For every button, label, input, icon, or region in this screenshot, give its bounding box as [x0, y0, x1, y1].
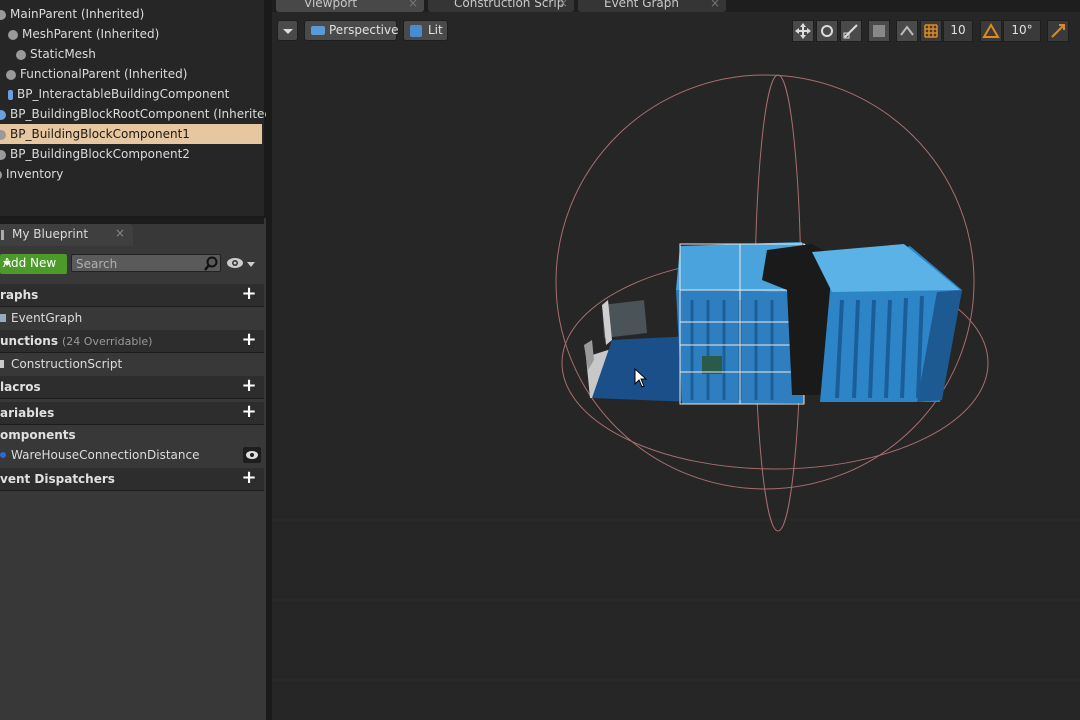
- tab-event-graph[interactable]: Event Graph ×: [578, 0, 726, 12]
- close-icon[interactable]: ×: [558, 0, 568, 10]
- function-icon: [0, 360, 4, 368]
- scale-snap-toggle[interactable]: [1047, 20, 1069, 42]
- section-graphs[interactable]: raphs +: [0, 284, 264, 307]
- components-tree: MainParent (Inherited) MeshParent (Inher…: [0, 0, 277, 218]
- lit-mode-icon: [410, 25, 422, 37]
- search-icon[interactable]: [203, 256, 219, 272]
- add-function-button[interactable]: +: [240, 331, 258, 349]
- viewport-scene[interactable]: [272, 0, 1080, 720]
- container-block-2[interactable]: [812, 244, 962, 402]
- add-new-button[interactable]: Add New: [0, 254, 67, 274]
- tab-construction-script[interactable]: Construction Scrip ×: [428, 0, 574, 12]
- world-local-icon[interactable]: [868, 20, 890, 42]
- grid-snap-value[interactable]: 10: [943, 20, 973, 42]
- section-macros[interactable]: lacros +: [0, 376, 264, 399]
- mesh-component-icon: [8, 29, 18, 40]
- tree-item-functionalparent[interactable]: FunctionalParent (Inherited): [0, 64, 187, 84]
- left-panel: MainParent (Inherited) MeshParent (Inher…: [0, 0, 277, 720]
- perspective-button[interactable]: Perspective: [304, 20, 399, 41]
- category-components[interactable]: omponents: [0, 428, 76, 442]
- snap-surface-icon: [900, 25, 914, 36]
- tree-item-component2[interactable]: BP_BuildingBlockComponent2: [0, 144, 190, 164]
- add-graph-button[interactable]: +: [240, 285, 258, 303]
- tree-item-mainparent[interactable]: MainParent (Inherited): [0, 4, 144, 24]
- scale-snap-icon: [1051, 24, 1065, 38]
- scale-tool-icon[interactable]: [840, 20, 862, 42]
- visibility-eye-icon[interactable]: [243, 447, 261, 463]
- rotation-snap-value[interactable]: 10°: [1003, 20, 1041, 42]
- ground-grid: [272, 519, 1080, 681]
- tree-item-meshparent[interactable]: MeshParent (Inherited): [0, 24, 159, 44]
- move-arrows-icon: [795, 23, 811, 39]
- list-item-eventgraph[interactable]: EventGraph: [0, 307, 264, 329]
- mouse-cursor-icon: [634, 368, 648, 388]
- angle-icon: [982, 23, 1000, 38]
- static-mesh-icon: [16, 49, 26, 60]
- tree-item-component1[interactable]: BP_BuildingBlockComponent1: [0, 124, 262, 144]
- scene-component-icon: [6, 69, 16, 80]
- section-functions[interactable]: unctions (24 Overridable) +: [0, 330, 264, 353]
- eye-icon[interactable]: [226, 257, 244, 269]
- translate-tool-icon[interactable]: [792, 20, 814, 42]
- tree-item-rootcomponent[interactable]: BP_BuildingBlockRootComponent (Inherited…: [0, 104, 277, 124]
- tab-viewport[interactable]: Viewport ×: [276, 0, 424, 12]
- cube-icon: [873, 25, 885, 37]
- scene-component-icon: [0, 149, 6, 160]
- chevron-down-icon: [283, 29, 293, 34]
- scale-icon: [843, 24, 858, 39]
- list-item-constructionscript[interactable]: ConstructionScript: [0, 353, 264, 375]
- variable-type-icon: [0, 452, 6, 458]
- tree-item-staticmesh[interactable]: StaticMesh: [0, 44, 96, 64]
- close-icon[interactable]: ×: [710, 0, 720, 10]
- add-event-dispatcher-button[interactable]: +: [240, 469, 258, 487]
- rotation-snap-toggle[interactable]: [980, 20, 1002, 42]
- search-input[interactable]: Search: [71, 254, 221, 272]
- close-icon[interactable]: ×: [115, 226, 125, 240]
- actor-component-icon: [8, 89, 13, 100]
- camera-icon: [311, 26, 325, 35]
- list-item-variable[interactable]: WareHouseConnectionDistance: [0, 444, 264, 466]
- section-variables[interactable]: ariables +: [0, 402, 264, 425]
- scene-component-icon: [0, 129, 6, 140]
- actor-component-icon: [0, 169, 2, 180]
- graph-icon: [0, 314, 6, 322]
- rotate-icon: [821, 25, 833, 37]
- tree-item-inventory[interactable]: Inventory: [0, 164, 63, 184]
- add-variable-button[interactable]: +: [240, 403, 258, 421]
- add-macro-button[interactable]: +: [240, 377, 258, 395]
- tab-my-blueprint[interactable]: My Blueprint ×: [0, 224, 133, 246]
- chevron-down-icon[interactable]: [247, 262, 255, 267]
- chevron-down-icon: [3, 261, 11, 266]
- viewport-options-button[interactable]: [277, 20, 298, 41]
- grid-snap-toggle[interactable]: [920, 20, 942, 42]
- scene-component-icon: [0, 9, 6, 20]
- scene-component-icon: [0, 109, 6, 120]
- rotate-tool-icon[interactable]: [816, 20, 838, 42]
- close-icon[interactable]: ×: [408, 0, 418, 10]
- tab-pin-icon: [1, 230, 4, 240]
- surface-snap-icon[interactable]: [896, 20, 918, 42]
- section-event-dispatchers[interactable]: vent Dispatchers +: [0, 468, 264, 491]
- grid-icon: [924, 24, 938, 38]
- lit-button[interactable]: Lit: [403, 20, 448, 41]
- tree-item-interactable[interactable]: BP_InteractableBuildingComponent: [0, 84, 229, 104]
